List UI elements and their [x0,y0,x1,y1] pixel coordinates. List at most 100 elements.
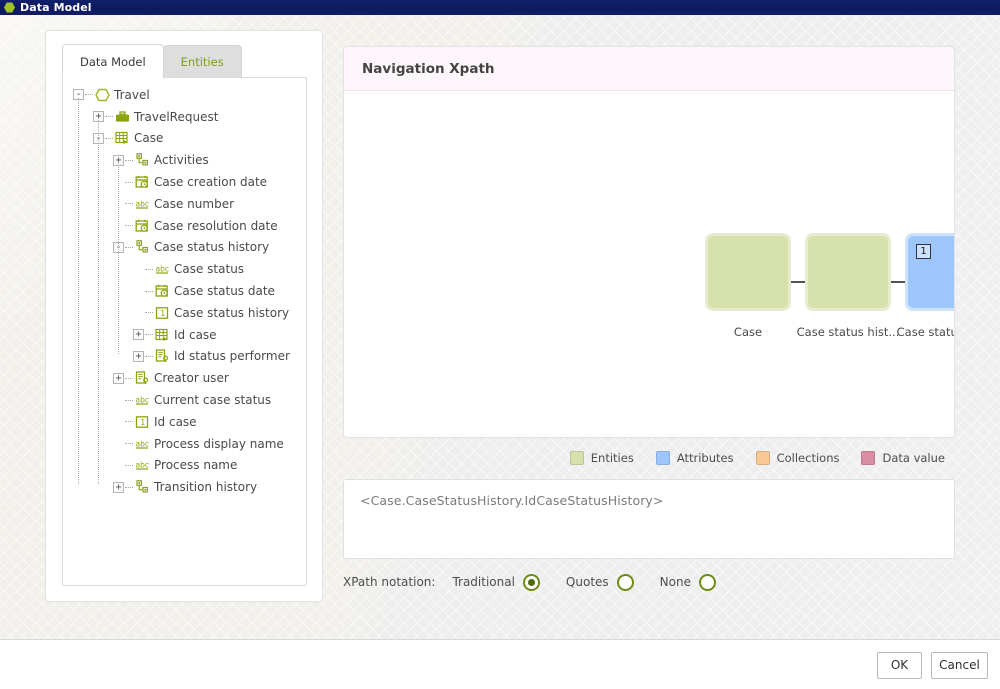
hexagon-icon [4,2,15,13]
tree-item-label: Id case [154,414,197,429]
tree-item-label: TravelRequest [134,109,219,124]
expand-icon[interactable]: + [133,329,144,341]
user-record-icon [155,349,170,363]
tree-item-travel[interactable]: - Travel [63,84,306,106]
tree-item-id-status-performer[interactable]: + Id status performer [63,346,306,368]
tree-item-label: Case creation date [154,175,268,190]
tree-connector [145,355,153,357]
tree-item-creator-user[interactable]: + Creator user [63,367,306,389]
calendar-clock-icon [155,284,170,298]
radio-label-quotes: Quotes [565,575,609,589]
legend-swatch-collections [755,451,770,465]
legend-label-entities: Entities [590,451,634,465]
tree-item-current-case-status[interactable]: abc Current case status [63,389,306,411]
calendar-clock-icon [135,175,150,189]
tree-item-label: Process name [154,458,238,473]
tree-item-label: Travel [114,87,150,102]
ok-button[interactable]: OK [877,651,922,679]
tree-item-process-display-name[interactable]: abc Process display name [63,433,306,455]
tree-connector [145,334,153,336]
data-model-tree[interactable]: - Travel + TravelRequest - Case + Activities Cas… [62,77,307,586]
tree-item-case-number[interactable]: abc Case number [63,193,306,215]
tree-connector [85,94,93,96]
page-title: Navigation Xpath [362,60,495,77]
radio-group-none[interactable]: None [660,573,716,591]
legend-item-entities: Entities [569,451,634,465]
tree-connector [145,312,153,314]
svg-text:abc: abc [136,199,149,208]
table-process-icon [115,131,130,145]
legend-item-data-value: Data value [861,451,945,465]
expand-icon[interactable]: + [133,350,144,362]
svg-text:abc: abc [136,439,149,448]
tree-item-case[interactable]: - Case [63,128,306,150]
tree-connector [125,421,133,423]
tree-item-case-status-history[interactable]: - Case status history [63,237,306,259]
tree-item-label: Case status date [174,284,275,299]
briefcase-icon [115,110,130,124]
number-icon: 1 [155,306,170,320]
tab-entities-label: Entities [180,54,224,69]
abc-icon: abc [135,393,150,407]
xpath-notation-label: XPath notation: [343,575,436,589]
svg-text:1: 1 [140,418,145,427]
legend-item-attributes: Attributes [655,451,734,465]
tree-item-label: Case [134,131,164,146]
tree-item-id-case[interactable]: 1 Id case [63,411,306,433]
tree-guide-line [98,119,99,485]
cancel-button[interactable]: Cancel [931,651,988,679]
radio-none[interactable] [698,573,716,591]
hexagon-icon [95,88,110,102]
tree-item-label: Activities [154,153,209,168]
tree-item-label: Case status history [174,305,290,320]
xpath-notation-row: XPath notation: Traditional Quotes None [343,570,955,594]
connector-2 [888,281,910,283]
tree-connector [145,268,153,270]
navigation-diagram-canvas[interactable]: 1 Case Case status hist... Case status h… [344,91,954,437]
tree-connector [125,399,133,401]
xpath-expression-box[interactable]: <Case.CaseStatusHistory.IdCaseStatusHist… [343,479,955,559]
collection-icon [135,240,150,254]
tree-item-label: Case status history [154,240,270,255]
tree-item-label: Case status [174,262,245,277]
expand-icon[interactable]: + [113,372,124,384]
tree-item-process-name[interactable]: abc Process name [63,455,306,477]
tree-item-case-creation-date[interactable]: Case creation date [63,171,306,193]
navigation-xpath-header: Navigation Xpath [344,47,954,91]
tab-data-model[interactable]: Data Model [62,44,164,79]
tree-item-case-status-history[interactable]: 1 Case status history [63,302,306,324]
radio-label-traditional: Traditional [452,575,515,589]
tree-item-case-status-date[interactable]: Case status date [63,280,306,302]
radio-group-traditional[interactable]: Traditional [452,573,540,591]
tab-entities[interactable]: Entities [162,45,242,77]
navigation-xpath-panel: Navigation Xpath 1 Case Case status hist… [343,46,955,438]
diagram-node-id-case-status-history[interactable]: 1 [908,236,954,308]
diagram-node-case-status-history[interactable] [808,236,888,308]
diagram-label-id-case-status-history: Case status hist... [896,325,954,339]
radio-group-quotes[interactable]: Quotes [565,573,634,591]
tree-connector [125,181,133,183]
tree-connector [125,246,133,248]
legend-swatch-entities [569,451,584,465]
abc-icon: abc [155,262,170,276]
dialog-footer: OK Cancel [0,641,1000,689]
tree-item-case-status[interactable]: abc Case status [63,258,306,280]
diagram-node-case[interactable] [708,236,788,308]
collection-icon [135,153,150,167]
tree-item-transition-history[interactable]: + Transition history [63,476,306,498]
radio-traditional[interactable] [522,573,540,591]
tree-item-activities[interactable]: + Activities [63,149,306,171]
abc-icon: abc [135,458,150,472]
connector-1 [788,281,810,283]
legend-label-data-value: Data value [882,451,945,465]
tree-connector [125,464,133,466]
radio-quotes[interactable] [616,573,634,591]
user-record-icon [135,371,150,385]
tree-item-case-resolution-date[interactable]: Case resolution date [63,215,306,237]
tree-item-travelrequest[interactable]: + TravelRequest [63,106,306,128]
tree-item-id-case[interactable]: + Id case [63,324,306,346]
expand-icon[interactable]: + [113,481,124,493]
